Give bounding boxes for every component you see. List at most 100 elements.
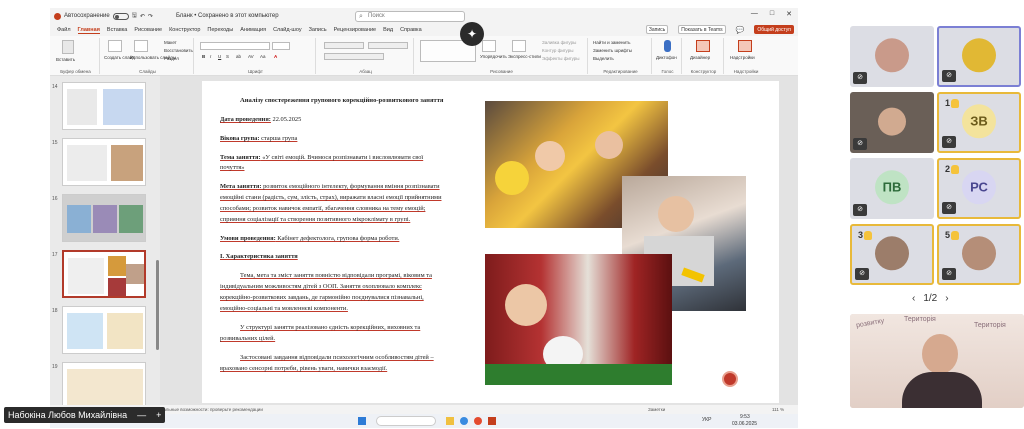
participant-tile-4[interactable]: 1 ЗВ ⊘ [937, 92, 1021, 153]
tab-view[interactable]: Вид [383, 27, 393, 33]
powerpoint-taskbar-icon[interactable] [488, 417, 496, 425]
taskbar-search[interactable] [376, 416, 436, 426]
shape-effects-button[interactable]: Эффекты фигуры [542, 56, 580, 61]
find-replace-button[interactable]: Найти и заменить [593, 40, 630, 45]
clock-time[interactable]: 9:53 [740, 414, 750, 420]
document-title[interactable]: Бланк • Сохранено в этот компьютер [176, 13, 279, 19]
autosave-toggle[interactable] [112, 12, 129, 20]
designer-button[interactable]: Дизайнер [690, 55, 710, 60]
font-size-select[interactable] [272, 42, 290, 50]
paste-button[interactable]: Вставить [56, 57, 75, 62]
edge-icon[interactable] [460, 417, 468, 425]
font-name-select[interactable] [200, 42, 270, 50]
quick-styles-button[interactable]: Экспресс-стили [508, 54, 541, 59]
ai-assistant-icon[interactable]: ✦ [460, 22, 484, 46]
tab-transitions[interactable]: Переходы [207, 27, 233, 33]
next-page-button[interactable]: › [945, 293, 948, 304]
select-button[interactable]: Выделить [593, 56, 614, 61]
tab-review[interactable]: Рецензирование [334, 27, 376, 33]
language-indicator[interactable]: УКР [702, 417, 711, 423]
slide-thumbnail-18[interactable] [62, 306, 146, 354]
present-teams-button[interactable]: Показать в Teams [678, 25, 726, 34]
tab-home[interactable]: Главная [77, 27, 100, 34]
accessibility-status[interactable]: Специальные возможности: проверьте реком… [150, 407, 263, 412]
tab-animations[interactable]: Анимация [240, 27, 266, 33]
shape-fill-button[interactable]: Заливка фигуры [542, 40, 576, 45]
page-indicator: 1/2 [923, 292, 938, 304]
photo-puppet-theatre[interactable] [485, 254, 672, 385]
participant-tile-2[interactable]: ⊘ [937, 26, 1021, 87]
quick-styles-icon[interactable] [512, 40, 526, 52]
font-color-button[interactable]: A [274, 54, 277, 59]
participant-tile-7[interactable]: 3 ⊘ [850, 224, 934, 285]
reset-button[interactable]: Восстановить [164, 48, 193, 53]
speaker-face [922, 334, 958, 374]
shape-outline-button[interactable]: Контур фигуры [542, 48, 573, 53]
participant-tile-1[interactable]: ⊘ [850, 26, 934, 87]
participant-tile-8[interactable]: 5 ⊘ [937, 224, 1021, 285]
slide-thumbnail-15[interactable] [62, 138, 146, 186]
dictate-button[interactable]: Диктофон [656, 55, 677, 60]
tab-design[interactable]: Конструктор [169, 27, 200, 33]
participant-tile-6[interactable]: 2 РС ⊘ [937, 158, 1021, 219]
tab-file[interactable]: Файл [57, 27, 71, 33]
italic-button[interactable]: I [210, 54, 211, 59]
change-case-button[interactable]: Aa [260, 54, 266, 59]
comment-icon[interactable]: 💬 [736, 26, 745, 34]
addins-icon[interactable] [738, 40, 752, 52]
tab-slideshow[interactable]: Слайд-шоу [273, 27, 302, 33]
participant-tile-5[interactable]: ПВ ⊘ [850, 158, 934, 219]
tab-draw[interactable]: Рисование [134, 27, 162, 33]
participant-tile-3[interactable]: ⊘ [850, 92, 934, 153]
save-icon[interactable]: 🖫 [132, 11, 137, 21]
strikethrough-button[interactable]: S [226, 54, 229, 59]
file-explorer-icon[interactable] [446, 417, 454, 425]
record-button[interactable]: Запись [645, 25, 669, 34]
redo-icon[interactable]: ↷ [148, 13, 153, 20]
bullets-button[interactable] [324, 42, 364, 49]
minimize-button[interactable]: — [751, 10, 758, 18]
microphone-icon[interactable] [664, 40, 671, 52]
windows-start-icon[interactable] [358, 417, 366, 425]
slide-thumbnail-16[interactable] [62, 194, 146, 242]
slide-thumbnail-14[interactable] [62, 82, 146, 130]
shadow-button[interactable]: ab [236, 54, 241, 59]
share-button[interactable]: Общий доступ [754, 25, 794, 34]
notes-button[interactable]: Заметки [648, 407, 665, 412]
zoom-level[interactable]: 111 % [772, 407, 784, 412]
chrome-icon[interactable] [474, 417, 482, 425]
new-slide-icon[interactable] [108, 40, 122, 52]
slide-thumbnail-19[interactable] [62, 362, 146, 410]
tab-record[interactable]: Запись [309, 27, 327, 33]
paste-icon[interactable] [62, 40, 74, 54]
section-button[interactable]: Раздел [164, 56, 179, 61]
clock-date[interactable]: 03.06.2025 [732, 421, 757, 427]
search-input[interactable]: ⌕ Поиск [355, 11, 465, 22]
slide-canvas[interactable]: Аналізу спостереження групового корекцій… [202, 81, 779, 403]
arrange-button[interactable]: Упорядочить [480, 54, 507, 59]
replace-fonts-button[interactable]: Заменить шрифты [593, 48, 632, 53]
arrange-icon[interactable] [482, 40, 496, 52]
maximize-button[interactable]: □ [770, 10, 774, 18]
record-indicator-icon[interactable] [722, 371, 738, 387]
zoom-out-button[interactable]: — [137, 407, 146, 423]
bold-button[interactable]: B [202, 54, 205, 59]
zoom-in-button[interactable]: + [156, 407, 161, 423]
prev-page-button[interactable]: ‹ [912, 293, 915, 304]
tab-help[interactable]: Справка [400, 27, 422, 33]
underline-button[interactable]: U [218, 54, 221, 59]
reuse-slides-icon[interactable] [134, 40, 148, 52]
close-button[interactable]: ✕ [786, 10, 792, 18]
addins-button[interactable]: Надстройки [730, 55, 755, 60]
indent-button[interactable] [368, 42, 408, 49]
speaker-video[interactable]: розвитку Територія Територія [850, 314, 1024, 408]
spacing-button[interactable]: AV [248, 54, 254, 59]
undo-icon[interactable]: ↶ [140, 13, 145, 20]
tab-insert[interactable]: Вставка [107, 27, 127, 33]
align-buttons[interactable] [324, 53, 384, 60]
thumbnail-scrollbar[interactable] [156, 260, 159, 350]
designer-icon[interactable] [696, 40, 710, 52]
raised-hand-icon [951, 230, 960, 240]
layout-button[interactable]: Макет [164, 40, 177, 45]
slide-thumbnail-17[interactable] [62, 250, 146, 298]
